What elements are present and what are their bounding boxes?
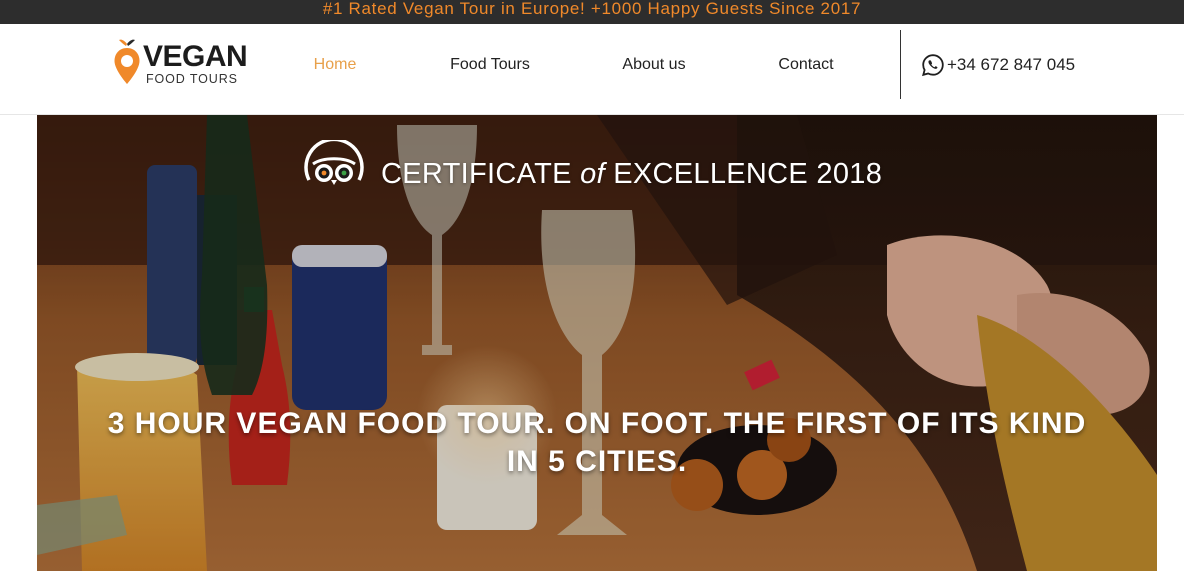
- phone-number: +34 672 847 045: [947, 55, 1076, 74]
- hero-banner: CERTIFICATE of EXCELLENCE 2018 3 HOUR VE…: [37, 115, 1157, 571]
- announcement-text: #1 Rated Vegan Tour in Europe! +1000 Hap…: [322, 0, 862, 18]
- map-pin-leaf-icon: [114, 39, 140, 84]
- header-divider: [900, 30, 901, 99]
- nav-contact[interactable]: Contact: [766, 54, 846, 76]
- certificate-suffix: EXCELLENCE 2018: [613, 158, 883, 190]
- logo-subtitle: FOOD TOURS: [146, 72, 238, 86]
- hero-headline: 3 HOUR VEGAN FOOD TOUR. ON FOOT. THE FIR…: [107, 407, 1087, 478]
- tripadvisor-owl-icon: [304, 140, 364, 185]
- nav-about-us[interactable]: About us: [610, 54, 698, 76]
- nav-food-tours[interactable]: Food Tours: [440, 54, 540, 76]
- certificate-prefix: CERTIFICATE: [381, 158, 572, 190]
- certificate-text: CERTIFICATE of EXCELLENCE 2018: [381, 157, 882, 191]
- nav-home[interactable]: Home: [300, 54, 370, 76]
- logo-brand-text: VEGAN: [143, 40, 248, 73]
- site-header: VEGAN FOOD TOURS Home Food Tours About u…: [0, 24, 1184, 115]
- whatsapp-icon: [922, 54, 944, 77]
- site-logo[interactable]: VEGAN FOOD TOURS: [113, 38, 263, 88]
- certificate-connector: of: [580, 158, 605, 190]
- announcement-bar: #1 Rated Vegan Tour in Europe! +1000 Hap…: [0, 0, 1184, 24]
